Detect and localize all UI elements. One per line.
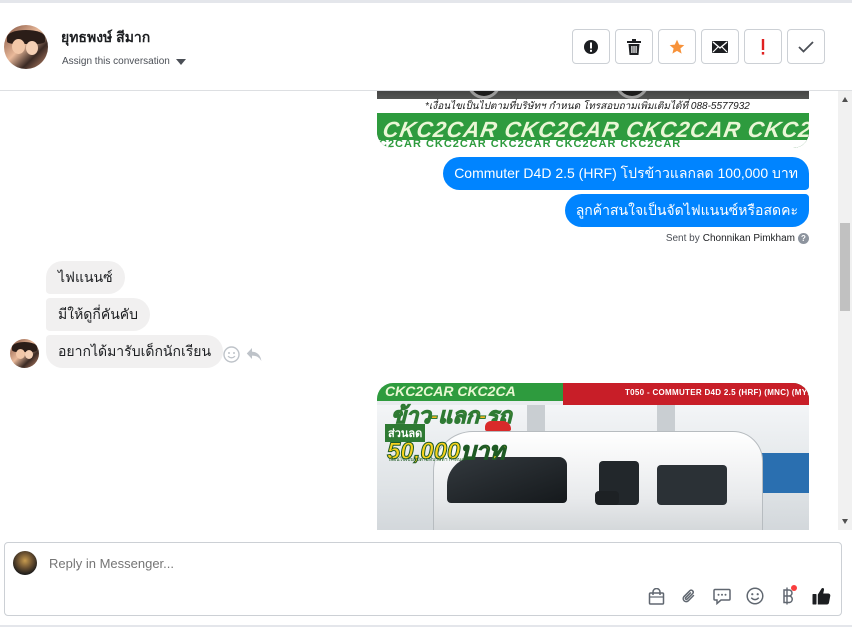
scroll-up-arrow-icon[interactable] — [842, 97, 848, 102]
message-hover-tools — [223, 346, 262, 363]
incoming-message[interactable]: ไฟแนนซ์ — [46, 261, 125, 294]
scrollbar-thumb[interactable] — [840, 223, 850, 311]
chat-bubble-icon — [713, 588, 731, 605]
delete-button[interactable] — [615, 29, 653, 64]
mark-done-button[interactable] — [787, 29, 825, 64]
thumbs-up-icon — [812, 587, 830, 605]
shared-image-promo-2[interactable]: CKC2CAR CKC2CA T050 - COMMUTER D4D 2.5 (… — [377, 383, 809, 530]
sent-by-label: Sent by Chonnikan Pimkham ? — [666, 233, 809, 244]
incoming-message[interactable]: อยากได้มารับเด็กนักเรียน — [46, 335, 224, 368]
sent-by-agent: Chonnikan Pimkham — [702, 233, 795, 244]
sent-by-prefix: Sent by — [665, 233, 700, 244]
assign-label: Assign this conversation — [62, 56, 170, 67]
reply-input[interactable] — [49, 556, 449, 571]
image-top-band-text: CKC2CAR CKC2CA — [385, 383, 516, 399]
notification-dot — [791, 585, 797, 591]
trash-icon — [627, 38, 641, 55]
exclamation-icon — [761, 38, 765, 55]
star-icon — [669, 39, 685, 54]
image-band-small-text: C2CAR CKC2CAR CKC2CAR CKC2CAR CKC2CAR — [379, 138, 682, 148]
emoji-button[interactable] — [745, 586, 765, 606]
page-avatar — [13, 551, 37, 575]
reply-composer — [4, 542, 842, 616]
smiley-icon — [746, 587, 764, 605]
like-button[interactable] — [811, 586, 831, 606]
alert-circle-icon — [584, 39, 598, 54]
star-button[interactable] — [658, 29, 696, 64]
payment-button[interactable] — [778, 585, 798, 606]
attach-file-button[interactable] — [679, 586, 699, 606]
message-thread[interactable]: *เงื่อนไขเป็นไปตามที่บริษัทฯ กำหนด โทรสอ… — [0, 91, 852, 530]
scroll-down-arrow-icon[interactable] — [842, 519, 848, 524]
red-car-graphic — [485, 421, 511, 431]
composer-toolbar — [646, 585, 831, 606]
important-button[interactable] — [744, 29, 782, 64]
envelope-icon — [712, 40, 728, 53]
react-emoji-icon[interactable] — [223, 346, 240, 363]
reply-arrow-icon[interactable] — [246, 347, 262, 362]
check-icon — [798, 40, 814, 53]
inbox-conversation-view: ยุทธพงษ์ สีมาก Assign this conversation — [0, 0, 852, 627]
outgoing-message[interactable]: Commuter D4D 2.5 (HRF) โปรข้าวแลกลด 100,… — [443, 157, 809, 190]
paperclip-icon — [681, 588, 694, 602]
contact-avatar[interactable] — [4, 25, 48, 69]
image-model-text: T050 - COMMUTER D4D 2.5 (HRF) (MNC) (MY1… — [625, 388, 809, 397]
shop-bag-button[interactable] — [646, 586, 666, 606]
caret-down-icon — [175, 58, 186, 65]
help-icon[interactable]: ? — [798, 233, 809, 244]
mark-spam-button[interactable] — [572, 29, 610, 64]
saved-replies-button[interactable] — [712, 586, 732, 606]
incoming-message[interactable]: มีให้ดูกี่คันคับ — [46, 298, 151, 331]
sender-avatar[interactable] — [10, 339, 39, 368]
conversation-actions — [572, 29, 825, 64]
contact-name[interactable]: ยุทธพงษ์ สีมาก — [61, 27, 150, 49]
thread-scrollbar[interactable] — [838, 91, 852, 530]
shopping-bag-icon — [648, 587, 664, 605]
mark-unread-button[interactable] — [701, 29, 739, 64]
image-note-text: *เงื่อนไขเป็นไปตามที่บริษัทฯ กำหนด โทรสอ… — [425, 101, 750, 112]
promo-amount: 50,000บาท — [387, 438, 506, 466]
assign-conversation-dropdown[interactable]: Assign this conversation — [62, 56, 186, 67]
conversation-header: ยุทธพงษ์ สีมาก Assign this conversation — [0, 3, 852, 91]
promo-fine-print: เงื่อนไขเป็นไปตามที่บริษัทฯ กำหนด — [389, 457, 465, 463]
outgoing-message[interactable]: ลูกค้าสนใจเป็นจัดไฟแนนซ์หรือสดคะ — [564, 194, 809, 227]
shared-image-promo-1[interactable]: *เงื่อนไขเป็นไปตามที่บริษัทฯ กำหนด โทรสอ… — [377, 91, 809, 148]
